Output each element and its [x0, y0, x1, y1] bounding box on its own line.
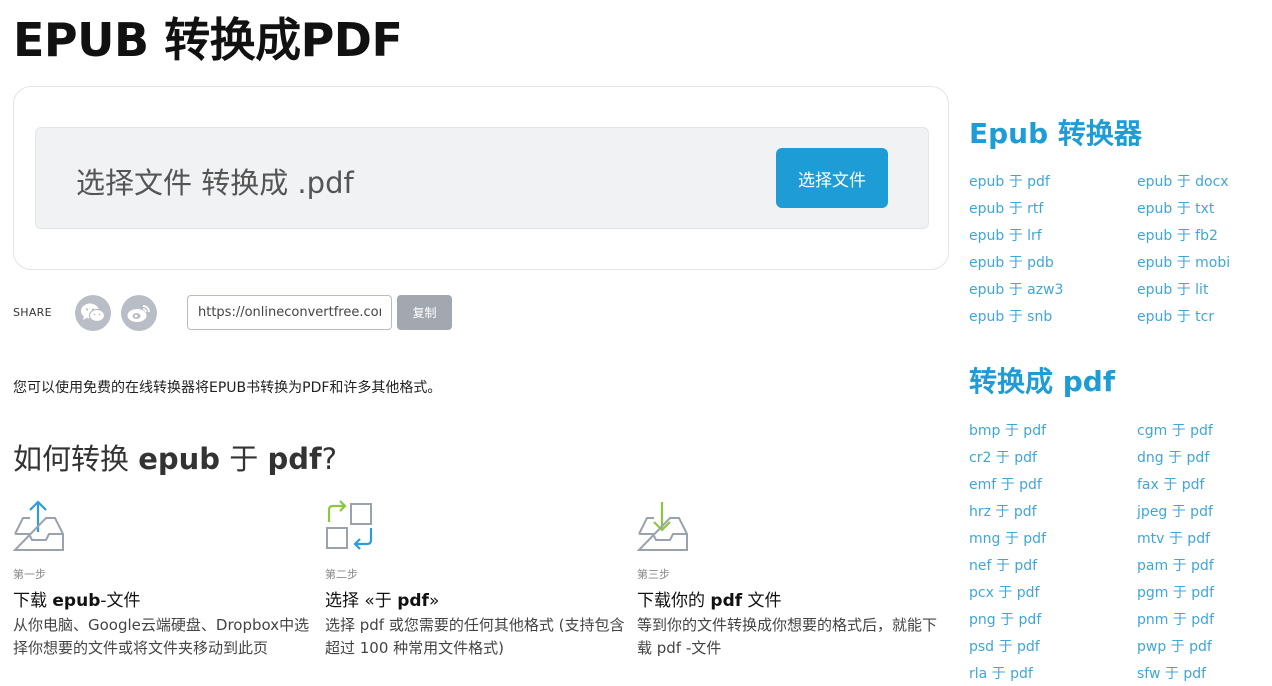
step-description: 从你电脑、Google云端硬盘、Dropbox中选择你想要的文件或将文件夹移动到…	[13, 616, 310, 657]
file-drop-zone[interactable]: 选择文件 转换成 .pdf 选择文件	[35, 127, 929, 229]
sidebar-link[interactable]: png 于 pdf	[969, 609, 1041, 629]
step-description: 选择 pdf 或您需要的任何其他格式 (支持包含超过 100 种常用文件格式)	[325, 616, 625, 657]
upload-card: 选择文件 转换成 .pdf 选择文件	[13, 86, 949, 270]
step-title: 下载 epub-文件	[13, 591, 141, 611]
share-label: SHARE	[13, 306, 52, 319]
sidebar-link[interactable]: dng 于 pdf	[1137, 447, 1209, 467]
convert-arrows-icon	[326, 500, 373, 550]
sidebar-link[interactable]: epub 于 docx	[1137, 171, 1229, 191]
page-title: EPUB 转换成PDF	[13, 13, 403, 67]
sidebar-link[interactable]: emf 于 pdf	[969, 474, 1042, 494]
sidebar-link[interactable]: epub 于 snb	[969, 306, 1052, 326]
sidebar-link[interactable]: epub 于 pdf	[969, 171, 1050, 191]
step-description: 等到你的文件转换成你想要的格式后，就能下载 pdf -文件	[637, 616, 938, 657]
step-title: 下载你的 pdf 文件	[637, 591, 782, 611]
to-pdf-heading: 转换成 pdf	[969, 365, 1116, 398]
step-3: 第三步 下载你的 pdf 文件 等到你的文件转换成你想要的格式后，就能下载 pd…	[636, 500, 938, 660]
sidebar-link[interactable]: epub 于 lrf	[969, 225, 1042, 245]
sidebar-link[interactable]: epub 于 tcr	[1137, 306, 1214, 326]
intro-text: 您可以使用免费的在线转换器将EPUB书转换为PDF和许多其他格式。	[13, 380, 442, 396]
sidebar-link[interactable]: mtv 于 pdf	[1137, 528, 1210, 548]
share-url-input[interactable]	[187, 295, 392, 330]
copy-button[interactable]: 复制	[397, 295, 452, 330]
sidebar-link[interactable]: pnm 于 pdf	[1137, 609, 1214, 629]
step-2: 第二步 选择 «于 pdf» 选择 pdf 或您需要的任何其他格式 (支持包含超…	[325, 500, 625, 660]
sidebar-link[interactable]: pcx 于 pdf	[969, 582, 1039, 602]
drop-zone-prompt: 选择文件 转换成 .pdf	[76, 166, 354, 200]
sidebar-link[interactable]: jpeg 于 pdf	[1137, 501, 1213, 521]
sidebar-link[interactable]: pam 于 pdf	[1137, 555, 1214, 575]
sidebar-link[interactable]: bmp 于 pdf	[969, 420, 1046, 440]
sidebar-link[interactable]: epub 于 mobi	[1137, 252, 1230, 272]
wechat-icon	[81, 303, 106, 323]
sidebar-link[interactable]: sfw 于 pdf	[1137, 663, 1206, 683]
choose-file-button[interactable]: 选择文件	[776, 148, 888, 208]
sidebar-link[interactable]: hrz 于 pdf	[969, 501, 1037, 521]
sidebar-link[interactable]: mng 于 pdf	[969, 528, 1046, 548]
sidebar-link[interactable]: epub 于 rtf	[969, 198, 1043, 218]
weibo-icon	[127, 305, 150, 322]
sidebar-link[interactable]: fax 于 pdf	[1137, 474, 1204, 494]
step-1: 第一步 下载 epub-文件 从你电脑、Google云端硬盘、Dropbox中选…	[12, 500, 313, 660]
upload-tray-icon	[12, 500, 64, 551]
sidebar-link[interactable]: psd 于 pdf	[969, 636, 1040, 656]
sidebar-link[interactable]: pwp 于 pdf	[1137, 636, 1212, 656]
download-tray-icon	[636, 502, 688, 551]
sidebar-link[interactable]: cr2 于 pdf	[969, 447, 1037, 467]
sidebar-link[interactable]: rla 于 pdf	[969, 663, 1033, 683]
howto-title: 如何转换 epub 于 pdf?	[13, 442, 338, 476]
sidebar-link[interactable]: cgm 于 pdf	[1137, 420, 1213, 440]
sidebar-link[interactable]: epub 于 pdb	[969, 252, 1054, 272]
sidebar-link[interactable]: epub 于 azw3	[969, 279, 1063, 299]
converters-heading: Epub 转换器	[969, 117, 1142, 150]
sidebar-link[interactable]: nef 于 pdf	[969, 555, 1037, 575]
wechat-share-button[interactable]	[75, 295, 111, 331]
step-title: 选择 «于 pdf»	[325, 591, 440, 611]
step-number: 第一步	[13, 568, 46, 581]
sidebar-link[interactable]: epub 于 lit	[1137, 279, 1208, 299]
sidebar-link[interactable]: pgm 于 pdf	[1137, 582, 1214, 602]
sidebar-link[interactable]: epub 于 txt	[1137, 198, 1214, 218]
step-number: 第三步	[637, 568, 670, 581]
sidebar-link[interactable]: epub 于 fb2	[1137, 225, 1218, 245]
step-number: 第二步	[325, 568, 358, 581]
weibo-share-button[interactable]	[121, 295, 157, 331]
